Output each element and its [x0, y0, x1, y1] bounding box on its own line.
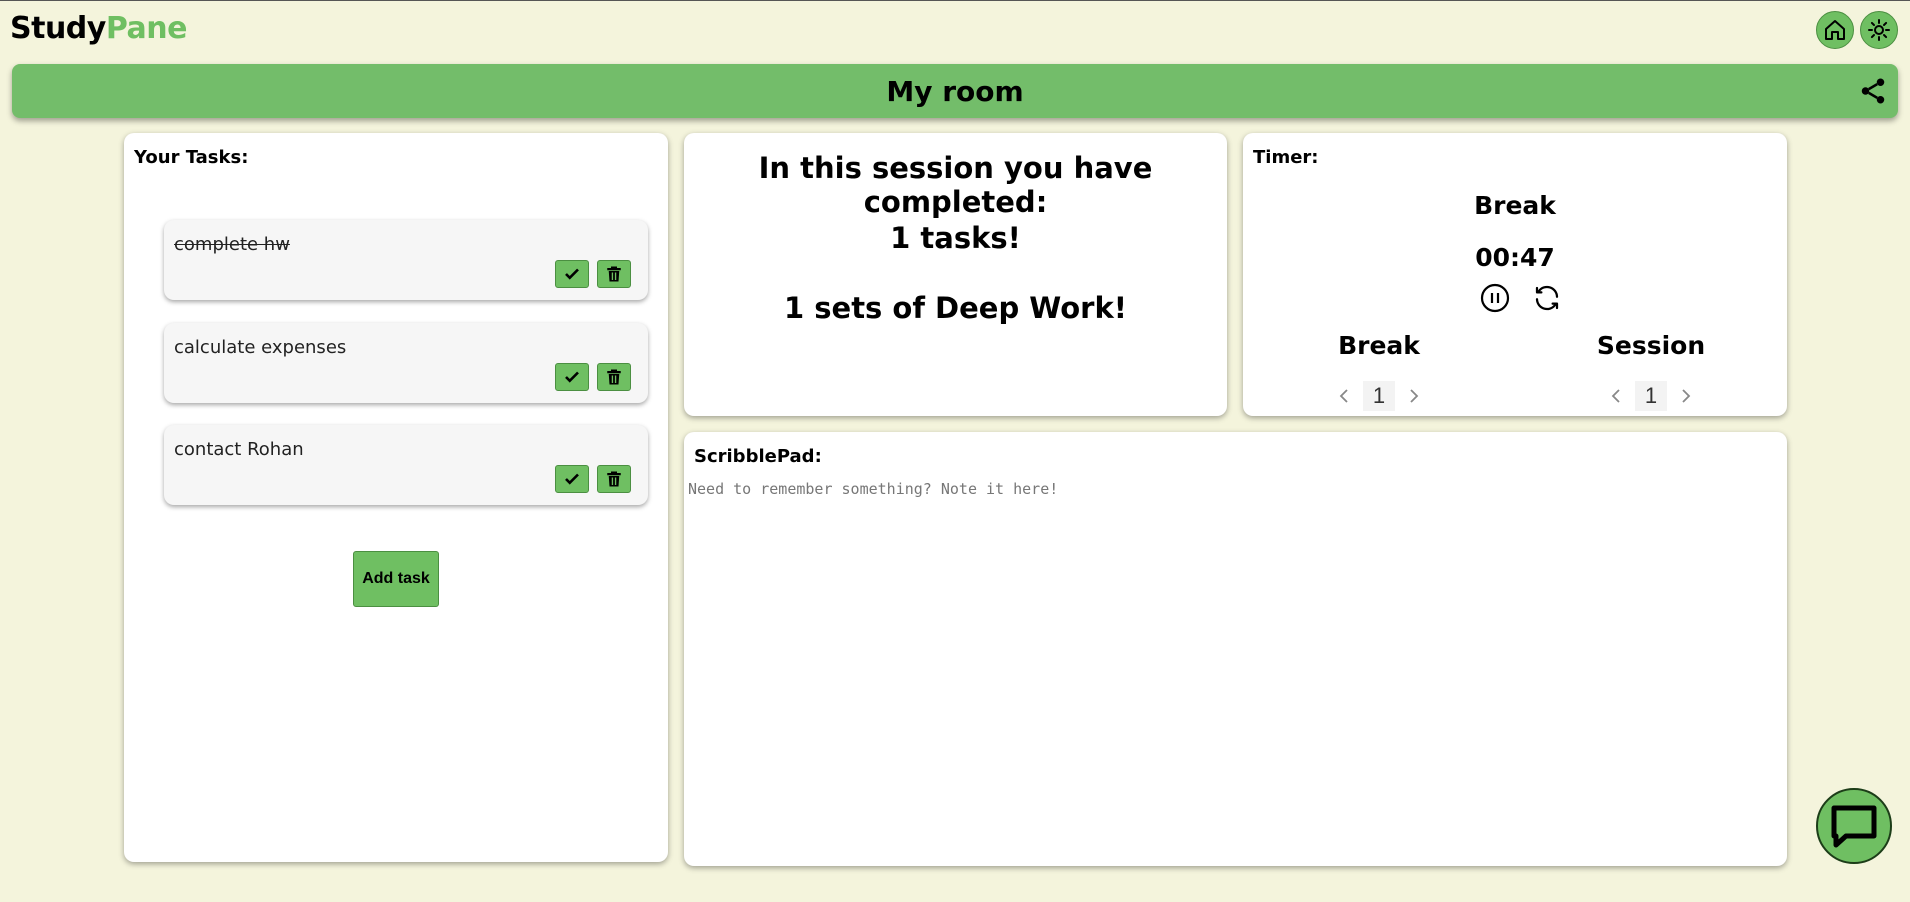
trash-icon: [607, 369, 621, 385]
share-button[interactable]: [1858, 76, 1888, 106]
break-increment-button[interactable]: [1404, 386, 1424, 406]
timer-label: Timer:: [1253, 147, 1319, 168]
chevron-left-icon: [1339, 389, 1348, 403]
session-length-label: Session: [1596, 331, 1706, 360]
complete-task-button[interactable]: [555, 363, 589, 391]
pause-icon: [1480, 283, 1510, 313]
delete-task-button[interactable]: [597, 363, 631, 391]
delete-task-button[interactable]: [597, 465, 631, 493]
task-item: calculate expenses: [164, 323, 648, 403]
session-increment-button[interactable]: [1676, 386, 1696, 406]
check-icon: [565, 371, 579, 383]
session-length-stepper: 1: [1606, 381, 1696, 411]
session-length-value[interactable]: 1: [1635, 381, 1667, 411]
add-task-button[interactable]: Add task: [353, 551, 439, 607]
pause-button[interactable]: [1480, 283, 1510, 313]
summary-tasks-count: 1 tasks!: [890, 221, 1021, 255]
task-item: contact Rohan: [164, 425, 648, 505]
room-bar: My room: [12, 64, 1898, 118]
chat-bubble-icon: [1831, 805, 1877, 848]
top-bar: StudyPane: [0, 0, 1910, 58]
logo[interactable]: StudyPane: [10, 11, 187, 46]
task-text: contact Rohan: [174, 439, 304, 460]
chat-button[interactable]: [1816, 788, 1892, 864]
session-decrement-button[interactable]: [1606, 386, 1626, 406]
check-icon: [565, 473, 579, 485]
scribble-pad-card: ScribblePad:: [684, 432, 1792, 874]
break-length-stepper: 1: [1334, 381, 1424, 411]
complete-task-button[interactable]: [555, 260, 589, 288]
check-icon: [565, 268, 579, 280]
break-length-label: Break: [1338, 331, 1420, 360]
session-summary-card: In this session you have completed: 1 ta…: [684, 133, 1227, 416]
logo-study: Study: [10, 11, 106, 46]
trash-icon: [607, 266, 621, 282]
theme-toggle-button[interactable]: [1860, 11, 1898, 49]
share-icon: [1861, 78, 1885, 104]
reset-button[interactable]: [1532, 283, 1562, 313]
tasks-label: Your Tasks:: [134, 147, 249, 168]
complete-task-button[interactable]: [555, 465, 589, 493]
timer-mode: Break: [1474, 191, 1556, 220]
scribble-pad-textarea[interactable]: [686, 478, 1792, 874]
chevron-right-icon: [1410, 389, 1419, 403]
sun-icon: [1868, 19, 1890, 41]
chevron-left-icon: [1611, 389, 1620, 403]
room-title: My room: [886, 75, 1024, 108]
delete-task-button[interactable]: [597, 260, 631, 288]
logo-pane: Pane: [105, 11, 188, 46]
task-text: calculate expenses: [174, 337, 347, 358]
timer-card: Timer: Break 00:47 Break Session 1 1: [1243, 133, 1787, 416]
summary-deep-work-count: 1 sets of Deep Work!: [783, 291, 1127, 325]
scribble-pad-label: ScribblePad:: [694, 446, 822, 467]
break-length-value[interactable]: 1: [1363, 381, 1395, 411]
task-text: complete hw: [174, 234, 290, 255]
trash-icon: [607, 471, 621, 487]
chevron-right-icon: [1682, 389, 1691, 403]
break-decrement-button[interactable]: [1334, 386, 1354, 406]
summary-heading: In this session you have completed:: [758, 151, 1153, 219]
refresh-icon: [1535, 285, 1559, 311]
home-icon: [1825, 20, 1845, 40]
timer-countdown: 00:47: [1475, 243, 1555, 272]
task-item: complete hw: [164, 220, 648, 300]
home-button[interactable]: [1816, 11, 1854, 49]
tasks-card: Your Tasks: complete hw calculate expens…: [124, 133, 668, 862]
